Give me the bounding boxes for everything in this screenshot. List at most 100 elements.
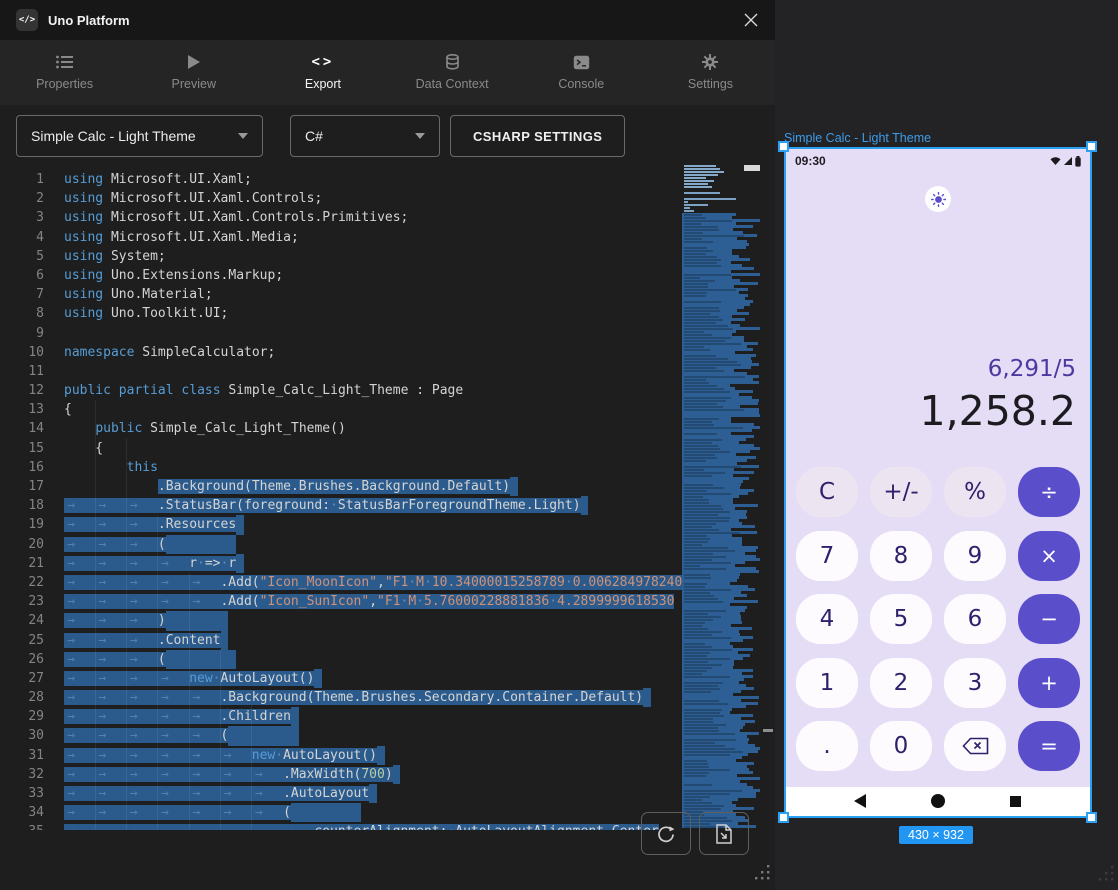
minimap-line (684, 180, 714, 182)
code-line: 23→→→→→.Add("Icon_SunIcon","F1·M·5.76000… (0, 592, 682, 611)
minimap-line (684, 210, 694, 212)
uno-platform-window: </> Uno Platform Properties Preview <> (0, 0, 1118, 890)
calculator-keypad: C+/-%÷ 789× 456− 123+.0 = (796, 467, 1080, 771)
selection-handle-top-right[interactable] (1086, 141, 1097, 152)
calc-key-3[interactable]: 3 (944, 658, 1006, 708)
code-line: 28→→→→→.Background(Theme.Brushes.Seconda… (0, 688, 682, 707)
close-icon[interactable] (741, 10, 761, 30)
code-line: 13{ (0, 400, 682, 419)
refresh-button[interactable] (641, 812, 691, 855)
code-line: 7using Uno.Material; (0, 285, 682, 304)
battery-icon (1075, 156, 1081, 167)
csharp-settings-button[interactable]: CSHARP SETTINGS (450, 115, 625, 157)
device-preview[interactable]: 09:30 6, (784, 147, 1092, 818)
code-line: 33→→→→→→→.AutoLayout (0, 784, 682, 803)
minimap-line (684, 168, 720, 170)
calc-key-7[interactable]: 7 (796, 531, 858, 581)
code-line: 25→→→.Content (0, 631, 682, 650)
tab-data-context[interactable]: Data Context (388, 40, 517, 105)
minimap-line (684, 201, 688, 203)
calc-key-⌫[interactable] (944, 721, 1006, 771)
code-line: 4using Microsoft.UI.Xaml.Media; (0, 228, 682, 247)
code-line: 30→→→→→( (0, 726, 682, 745)
calc-key-+[interactable]: + (1018, 658, 1080, 708)
code-line: 8using Uno.Toolkit.UI; (0, 304, 682, 323)
tab-settings[interactable]: Settings (646, 40, 775, 105)
calc-result: 1,258.2 (920, 387, 1077, 435)
calc-key-2[interactable]: 2 (870, 658, 932, 708)
minimap-line (684, 177, 706, 179)
artboard-label[interactable]: Simple Calc - Light Theme (784, 131, 931, 145)
code-line: 32→→→→→→→.MaxWidth(700) (0, 765, 682, 784)
code-line: 20→→→( (0, 535, 682, 554)
tab-label: Properties (36, 77, 93, 91)
tab-preview[interactable]: Preview (129, 40, 258, 105)
code-line: 26→→→( (0, 650, 682, 669)
resize-grip-icon[interactable] (1099, 866, 1115, 887)
calc-key-×[interactable]: × (1018, 531, 1080, 581)
code-line: 34→→→→→→→( (0, 803, 682, 822)
code-line: 9 (0, 324, 682, 343)
nav-recents-icon[interactable] (1010, 796, 1021, 807)
status-icons (1050, 156, 1081, 167)
calc-key-÷[interactable]: ÷ (1018, 467, 1080, 517)
calc-key-0[interactable]: 0 (870, 721, 932, 771)
code-line: 12public partial class Simple_Calc_Light… (0, 381, 682, 400)
calc-key-4[interactable]: 4 (796, 594, 858, 644)
terminal-icon (573, 54, 590, 70)
editor-footer (0, 830, 775, 890)
nav-home-icon[interactable] (931, 794, 945, 808)
minimap-line (684, 204, 708, 206)
tab-label: Data Context (416, 77, 489, 91)
selection-handle-bottom-right[interactable] (1086, 812, 1097, 823)
minimap-slider[interactable] (744, 165, 760, 171)
code-editor[interactable]: 1using Microsoft.UI.Xaml;2using Microsof… (0, 165, 775, 830)
titlebar: </> Uno Platform (0, 0, 775, 40)
gear-icon (702, 54, 718, 70)
language-select[interactable]: C# (290, 115, 440, 157)
code-line: 15 { (0, 439, 682, 458)
calc-key-1[interactable]: 1 (796, 658, 858, 708)
calc-key-8[interactable]: 8 (870, 531, 932, 581)
calc-key-5[interactable]: 5 (870, 594, 932, 644)
tab-console[interactable]: Console (517, 40, 646, 105)
nav-back-icon[interactable] (854, 794, 866, 808)
tab-label: Export (305, 77, 341, 91)
minimap-line (684, 171, 724, 173)
calc-key-=[interactable]: = (1018, 721, 1080, 771)
code-line: 16 this (0, 458, 682, 477)
android-nav-bar (786, 787, 1090, 816)
size-badge: 430 × 932 (899, 826, 973, 844)
theme-select[interactable]: Simple Calc - Light Theme (16, 115, 263, 157)
calc-key-.[interactable]: . (796, 721, 858, 771)
code-line: 29→→→→→.Children (0, 707, 682, 726)
design-canvas[interactable]: Simple Calc - Light Theme 09:30 (775, 0, 1118, 890)
calc-expression: 6,291/5 (920, 356, 1077, 382)
code-line: 10namespace SimpleCalculator; (0, 343, 682, 362)
minimap-line (684, 192, 720, 194)
tab-label: Console (558, 77, 604, 91)
calc-key-−[interactable]: − (1018, 594, 1080, 644)
calc-key-+/-[interactable]: +/- (870, 467, 932, 517)
calc-key-C[interactable]: C (796, 467, 858, 517)
code-content: 1using Microsoft.UI.Xaml;2using Microsof… (0, 170, 682, 830)
minimap-line (684, 207, 690, 209)
export-file-button[interactable] (699, 812, 749, 855)
tab-export[interactable]: <> Export (258, 40, 387, 105)
minimap[interactable] (682, 165, 760, 830)
minimap-line (684, 165, 716, 167)
selection-handle-top-left[interactable] (778, 141, 789, 152)
theme-toggle-button[interactable] (925, 186, 951, 212)
calc-key-%[interactable]: % (944, 467, 1006, 517)
code-line: 27→→→→new·AutoLayout() (0, 669, 682, 688)
calc-key-9[interactable]: 9 (944, 531, 1006, 581)
status-time: 09:30 (795, 154, 826, 168)
device-status-bar: 09:30 (786, 149, 1090, 171)
tab-properties[interactable]: Properties (0, 40, 129, 105)
signal-icon (1063, 156, 1073, 166)
code-line: 14 public Simple_Calc_Light_Theme() (0, 419, 682, 438)
selection-handle-bottom-left[interactable] (778, 812, 789, 823)
calc-key-6[interactable]: 6 (944, 594, 1006, 644)
calculator-display: 6,291/5 1,258.2 (920, 356, 1077, 435)
resize-grip-icon[interactable] (755, 865, 771, 886)
